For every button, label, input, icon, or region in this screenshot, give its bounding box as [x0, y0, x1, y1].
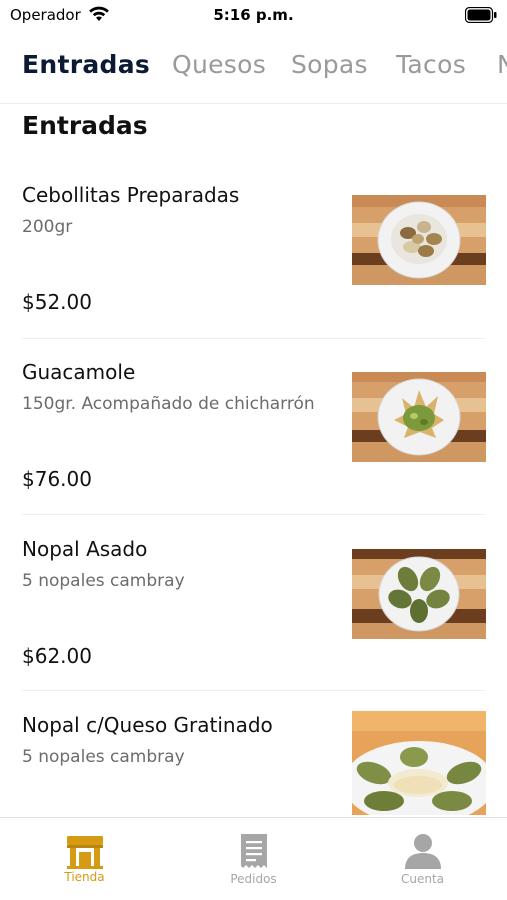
item-price: $52.00 — [22, 290, 92, 314]
nopal-photo — [352, 549, 486, 639]
guacamole-photo — [352, 372, 486, 462]
store-icon — [66, 836, 103, 869]
list-item[interactable]: Cebollitas Preparadas 200gr $52.00 — [0, 183, 507, 359]
item-name: Nopal c/Queso Gratinado — [22, 713, 273, 737]
item-price: $62.00 — [22, 644, 92, 668]
tabbar-item-pedidos[interactable]: Pedidos — [169, 818, 338, 900]
item-description: 200gr — [22, 217, 73, 237]
tabbar-item-cuenta[interactable]: Cuenta — [338, 818, 507, 900]
item-price: $76.00 — [22, 467, 92, 491]
tab-next-partial[interactable]: N — [497, 50, 507, 79]
cebollitas-photo — [352, 195, 486, 285]
tabbar-label-tienda: Tienda — [64, 870, 105, 884]
tabbar-item-tienda[interactable]: Tienda — [0, 818, 169, 900]
item-description: 5 nopales cambray — [22, 747, 185, 767]
divider — [22, 690, 485, 691]
divider — [22, 514, 485, 515]
status-bar: Operador 5:16 p.m. — [0, 0, 507, 32]
tab-entradas[interactable]: Entradas — [22, 50, 150, 79]
item-name: Cebollitas Preparadas — [22, 183, 240, 207]
tab-tacos[interactable]: Tacos — [396, 50, 466, 79]
receipt-icon — [240, 834, 267, 868]
category-tabs: Entradas Quesos Sopas Tacos N — [0, 42, 507, 104]
section-title: Entradas — [22, 111, 148, 140]
divider — [22, 338, 485, 339]
nopal-queso-photo — [352, 711, 486, 815]
item-name: Nopal Asado — [22, 537, 148, 561]
item-name: Guacamole — [22, 360, 136, 384]
tabbar-label-pedidos: Pedidos — [230, 872, 277, 886]
list-item[interactable]: Nopal Asado 5 nopales cambray $62.00 — [0, 537, 507, 713]
bottom-tab-bar: Tienda Pedidos Cuenta — [0, 817, 507, 900]
tabbar-label-cuenta: Cuenta — [400, 872, 445, 886]
tab-sopas[interactable]: Sopas — [291, 50, 368, 79]
tab-quesos[interactable]: Quesos — [172, 50, 266, 79]
clock: 5:16 p.m. — [213, 6, 294, 24]
person-icon — [404, 834, 441, 869]
item-description: 5 nopales cambray — [22, 571, 185, 591]
list-item[interactable]: Guacamole 150gr. Acompañado de chicharró… — [0, 360, 507, 536]
battery-icon — [465, 7, 497, 23]
item-description: 150gr. Acompañado de chicharrón — [22, 394, 315, 414]
